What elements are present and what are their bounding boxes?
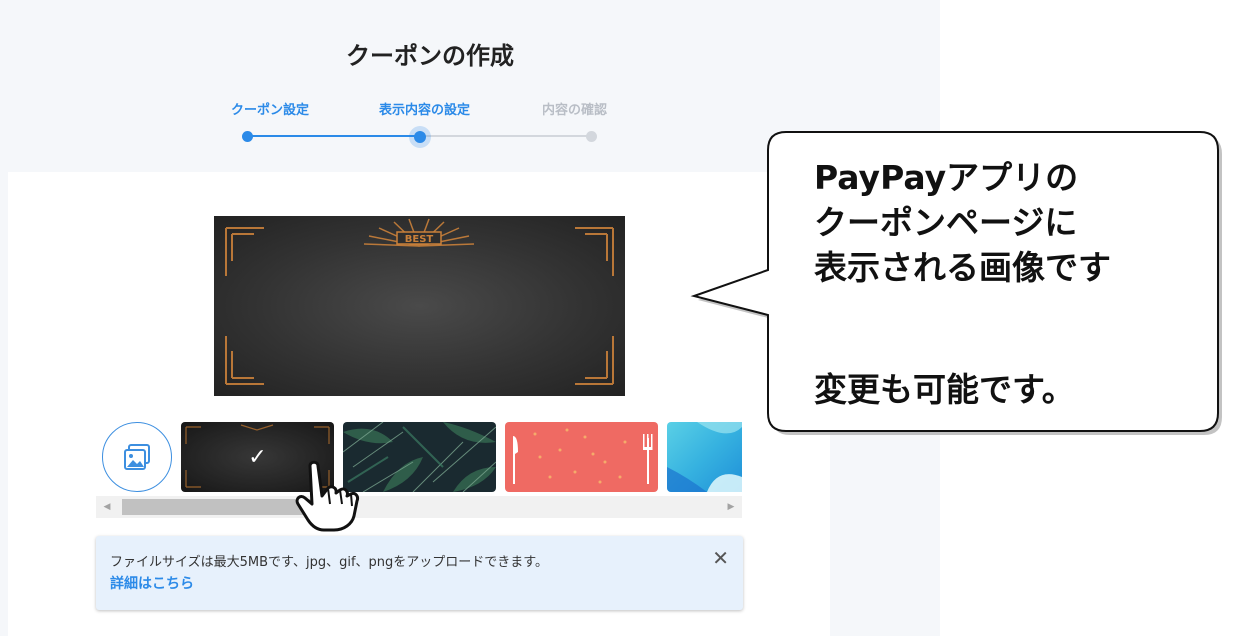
thumbnail-red-dots-cutlery[interactable] bbox=[505, 422, 658, 492]
callout-line-4: 変更も可能です。 bbox=[814, 370, 1075, 409]
step-remaining-line bbox=[420, 135, 592, 137]
page-title: クーポンの作成 bbox=[346, 42, 514, 70]
chalkboard-frame-decoration: BEST bbox=[225, 218, 614, 385]
coupon-preview-image: BEST bbox=[214, 216, 625, 396]
page: クーポンの作成 クーポン設定 表示内容の設定 内容の確認 BEST ✓ ◀ ▶ … bbox=[0, 0, 1242, 636]
check-icon: ✓ bbox=[248, 444, 267, 470]
callout-line-3: 表示される画像です bbox=[814, 248, 1111, 287]
scroll-left-arrow-icon[interactable]: ◀ bbox=[102, 499, 112, 515]
preview-badge-text: BEST bbox=[405, 234, 434, 245]
step-progress-line bbox=[248, 135, 420, 137]
upload-info-notice: ファイルサイズは最大5MBです、jpg、gif、pngをアップロードできます。 … bbox=[96, 536, 743, 610]
step-label-confirm: 内容の確認 bbox=[542, 103, 608, 118]
step-dot-done bbox=[242, 131, 253, 142]
scrollbar-thumb[interactable] bbox=[122, 499, 312, 515]
callout-line-1: PayPayアプリの bbox=[814, 158, 1079, 197]
step-label-display-settings: 表示内容の設定 bbox=[379, 103, 471, 118]
scroll-right-arrow-icon[interactable]: ▶ bbox=[726, 499, 736, 515]
step-label-coupon-settings[interactable]: クーポン設定 bbox=[231, 99, 309, 118]
image-upload-icon bbox=[124, 444, 150, 470]
close-icon[interactable]: ✕ bbox=[712, 548, 729, 568]
callout-line-2: クーポンページに bbox=[814, 203, 1078, 242]
red-dots-pattern bbox=[513, 428, 653, 484]
thumbnail-scrollbar[interactable]: ◀ ▶ bbox=[96, 496, 742, 518]
upload-info-text: ファイルサイズは最大5MBです、jpg、gif、pngをアップロードできます。 bbox=[110, 555, 548, 570]
step-dot-pending bbox=[586, 131, 597, 142]
step-dot-current bbox=[414, 131, 426, 143]
details-link[interactable]: 詳細はこちら bbox=[110, 573, 194, 593]
callout-text: PayPayアプリの クーポンページに 表示される画像です bbox=[814, 155, 1111, 290]
pointing-hand-icon bbox=[295, 460, 359, 532]
upload-image-button[interactable] bbox=[102, 422, 172, 492]
